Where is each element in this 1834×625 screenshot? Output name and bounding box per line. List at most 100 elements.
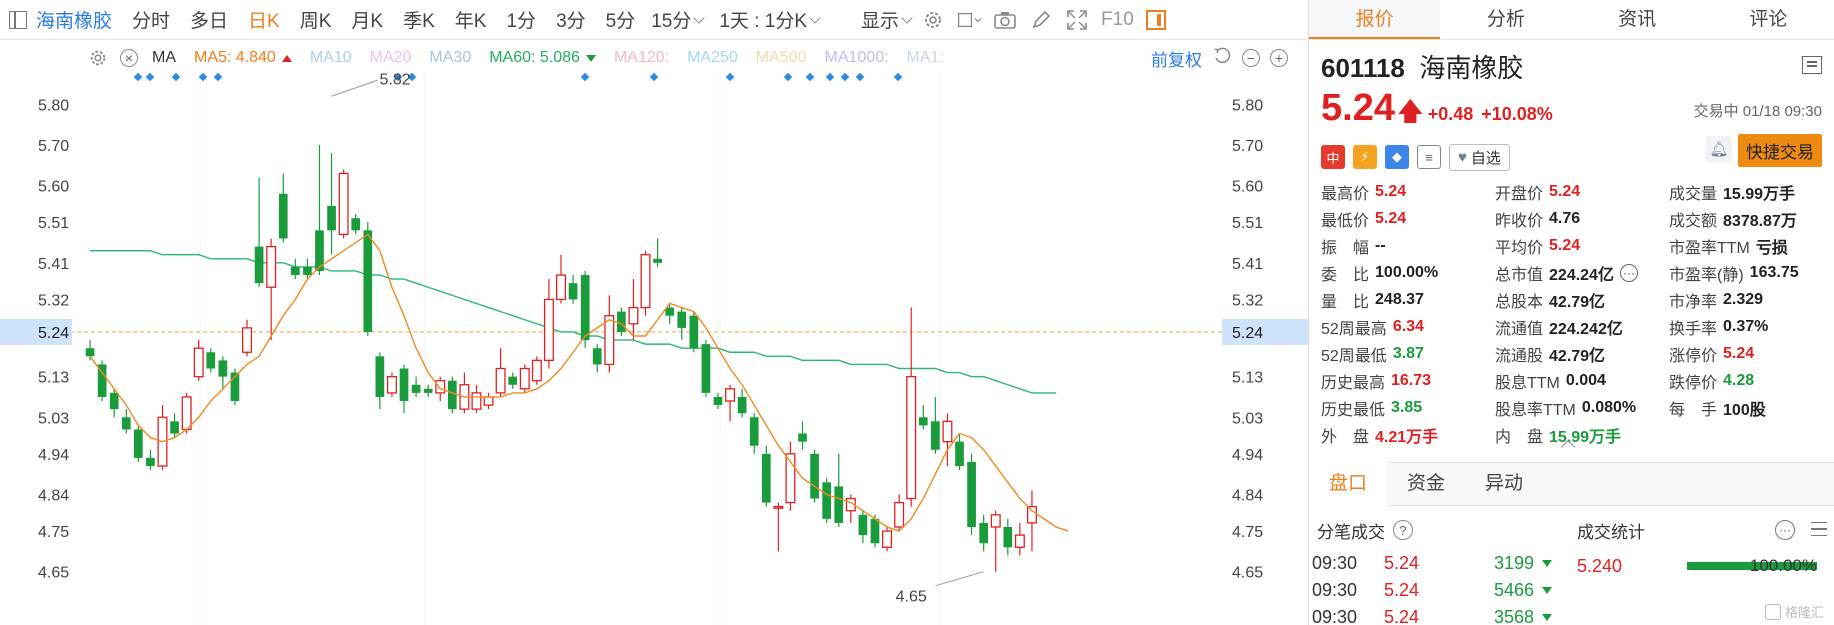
sidebar-toggle-button[interactable] — [0, 0, 36, 40]
ma-item[interactable]: MA10 — [310, 49, 352, 67]
period-tab[interactable]: 5分 — [596, 6, 646, 33]
more-icon[interactable]: ··· — [1619, 264, 1638, 282]
zoom-out-icon[interactable]: − — [1242, 49, 1260, 67]
candle-body — [146, 457, 155, 467]
sub-tabs: 盘口 资金 异动 — [1309, 462, 1834, 506]
pen-draw-icon[interactable] — [1029, 8, 1053, 32]
y-tick-label-right: 5.80 — [1232, 97, 1263, 114]
candle-body — [193, 347, 204, 378]
zoom-in-icon[interactable]: + — [1270, 49, 1288, 67]
display-select[interactable]: 显示 — [855, 6, 917, 33]
list-icon[interactable] — [1811, 522, 1827, 536]
field-value: 5.24 — [1375, 183, 1407, 200]
field-value: 42.79亿 — [1549, 294, 1606, 311]
quote-field: 市净率 2.329 — [1669, 289, 1834, 311]
period-select[interactable]: 15分 — [645, 6, 709, 33]
period-tab[interactable]: 3分 — [546, 6, 596, 33]
period-tab[interactable]: 周K — [290, 6, 342, 33]
field-value: 15.99万手 — [1723, 186, 1796, 203]
help-icon[interactable]: ? — [1393, 520, 1413, 540]
ma-item[interactable]: MA30 — [429, 49, 471, 67]
quote-tab[interactable]: 分析 — [1440, 0, 1571, 39]
quote-tab[interactable]: 评论 — [1703, 0, 1834, 39]
period-tab[interactable]: 年K — [445, 6, 497, 33]
candle-body — [327, 205, 336, 231]
ma-close-icon[interactable]: × — [120, 49, 138, 67]
undo-icon[interactable] — [1212, 46, 1232, 71]
ma-item[interactable]: MA60: 5.086 — [489, 49, 596, 67]
annotation-leader — [331, 79, 378, 97]
stat-price: 5.240 — [1577, 555, 1623, 576]
quote-field: 流通股 42.79亿 — [1495, 343, 1669, 365]
quote-field: 每 手 100股 — [1669, 397, 1834, 419]
period-tab[interactable]: 月K — [341, 6, 393, 33]
right-panel-toggle-icon[interactable] — [1145, 9, 1166, 30]
candle-body — [471, 392, 482, 410]
ma-item[interactable]: MA20 — [370, 49, 412, 67]
candle-body — [121, 417, 131, 430]
event-marker-icon — [649, 72, 659, 82]
layout-square-icon[interactable] — [957, 8, 982, 32]
sub-tab[interactable]: 异动 — [1465, 462, 1543, 506]
add-watchlist-button[interactable]: ♥ 自选 — [1449, 143, 1510, 171]
notes-icon[interactable]: ≡ — [1417, 145, 1441, 169]
sub-tab[interactable]: 资金 — [1387, 462, 1465, 506]
candle-body — [979, 522, 989, 544]
ma-item[interactable]: MA1000: — [825, 49, 889, 67]
ma-item[interactable]: MA500 — [756, 49, 807, 67]
event-marker-icon — [213, 72, 223, 82]
period-tab[interactable]: 1分 — [496, 6, 546, 33]
ma-settings-gear-icon[interactable] — [86, 46, 110, 70]
menu-icon[interactable] — [1802, 56, 1822, 74]
tick-price: 5.24 — [1384, 553, 1420, 573]
candle-body — [170, 421, 179, 434]
stock-name-link[interactable]: 海南橡胶 — [36, 6, 112, 33]
candle-body — [543, 298, 554, 362]
candle-body — [737, 396, 747, 414]
y-tick-label-left: 5.80 — [38, 97, 69, 114]
china-flag-icon[interactable]: 中 — [1321, 145, 1345, 169]
kline-chart[interactable]: 5.80 5.80 5.70 5.70 5.60 5.60 5.51 5.51 5.41 5.41… — [0, 72, 1308, 625]
bell-icon[interactable]: 🔔︎ — [1706, 136, 1732, 162]
field-label: 市盈率TTM — [1669, 240, 1750, 257]
ma-item[interactable]: MA120: — [614, 49, 669, 67]
y-tick-label-left: 4.65 — [38, 565, 69, 582]
quote-tab[interactable]: 报价 — [1309, 0, 1441, 39]
candle-body — [495, 367, 506, 394]
f10-button[interactable]: F10 — [1101, 9, 1134, 31]
lightning-icon[interactable]: ⚡ — [1353, 145, 1377, 169]
candle-body — [254, 246, 264, 284]
field-label: 委 比 — [1321, 267, 1370, 284]
quote-tab[interactable]: 资讯 — [1572, 0, 1703, 39]
watermark-logo-icon — [1764, 603, 1781, 620]
fullscreen-icon[interactable] — [1065, 8, 1089, 32]
camera-icon[interactable] — [993, 8, 1017, 32]
candle-body — [411, 384, 421, 393]
ma-item[interactable]: MA5: 4.840 — [194, 49, 292, 67]
ma-item-text: MA5: 4.840 — [194, 49, 276, 66]
period-tab[interactable]: 分时 — [122, 6, 180, 33]
event-marker-icon — [805, 72, 815, 82]
ma-item[interactable]: MA250 — [687, 49, 738, 67]
field-value: -- — [1375, 237, 1386, 254]
tick-time: 09:30 — [1312, 607, 1358, 625]
stats-title: 成交统计 — [1577, 522, 1645, 542]
candle-body — [906, 375, 917, 500]
adjust-type-button[interactable]: 前复权 — [1151, 46, 1202, 71]
y-tick-label-right: 5.03 — [1232, 410, 1263, 427]
tag-icon[interactable]: ◆ — [1385, 145, 1409, 169]
current-price-label-left: 5.24 — [38, 325, 69, 342]
sub-tab[interactable]: 盘口 — [1309, 462, 1388, 506]
more-icon[interactable]: ··· — [1775, 520, 1795, 540]
candle-body — [133, 429, 143, 458]
quote-field: 52周最低 3.87 — [1321, 343, 1495, 365]
settings-gear-icon[interactable] — [921, 8, 945, 32]
quick-trade-button[interactable]: 快捷交易 — [1738, 134, 1822, 167]
interval-select[interactable]: 1天 : 1分K — [713, 6, 825, 33]
period-tab[interactable]: 多日 — [180, 6, 238, 33]
field-label: 每 手 — [1669, 402, 1718, 419]
ma-item[interactable]: MA1: — [907, 49, 944, 67]
period-tab[interactable]: 日K — [238, 6, 290, 33]
arrow-down-icon — [1542, 587, 1552, 594]
period-tab[interactable]: 季K — [393, 6, 445, 33]
